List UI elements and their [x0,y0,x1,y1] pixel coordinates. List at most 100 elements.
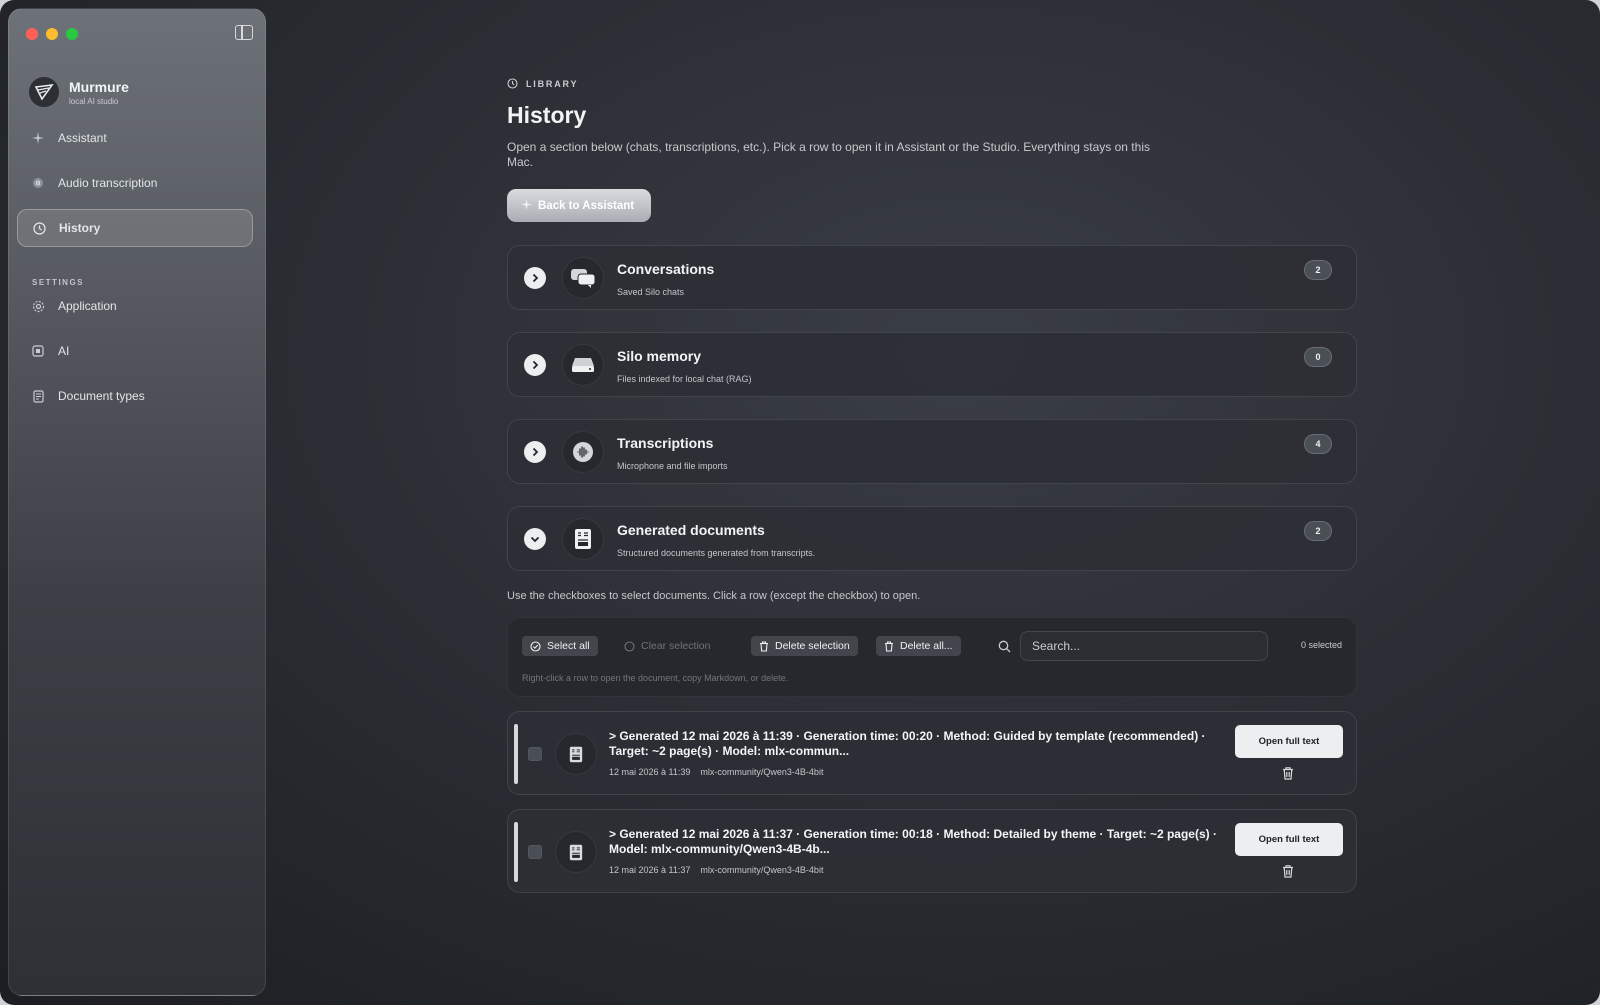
document-icon [562,518,604,560]
settings-section-label: SETTINGS [32,278,85,287]
document-title: > Generated 12 mai 2026 à 11:37 · Genera… [609,827,1217,856]
open-full-text-button[interactable]: Open full text [1235,725,1343,758]
sidebar-item-document-types[interactable]: Document types [17,377,253,415]
delete-all-label: Delete all... [900,640,953,652]
document-title: > Generated 12 mai 2026 à 11:39 · Genera… [609,729,1206,758]
section-subtitle: Saved Silo chats [617,287,685,297]
document-model: mlx-community/Qwen3-4B-4bit [700,767,824,777]
back-button-label: Back to Assistant [538,199,635,212]
selection-helper-text: Use the checkboxes to select documents. … [507,590,921,602]
count-badge: 0 [1304,347,1332,367]
count-badge: 2 [1304,260,1332,280]
check-circle-icon [530,640,541,652]
document-icon [555,831,597,873]
chevron-down-icon[interactable] [524,528,546,550]
row-checkbox[interactable] [528,845,542,859]
sidebar-item-assistant[interactable]: Assistant [17,119,253,157]
row-accent-bar [514,822,518,882]
delete-selection-label: Delete selection [775,640,850,652]
sidebar-item-label: AI [58,344,70,358]
drive-icon [562,344,604,386]
document-meta: 12 mai 2026 à 11:37 mlx-community/Qwen3-… [609,865,823,875]
clear-selection-button[interactable]: Clear selection [616,636,718,656]
circle-icon [624,640,635,652]
sidebar-item-label: Application [58,299,117,313]
sidebar-item-label: Document types [58,389,145,403]
sidebar-item-audio-transcription[interactable]: Audio transcription [17,164,253,202]
clear-selection-label: Clear selection [641,640,711,652]
sidebar-item-ai[interactable]: AI [17,332,253,370]
section-silo-memory[interactable]: Silo memory Files indexed for local chat… [507,332,1357,397]
clock-icon [32,221,46,235]
minimize-window-button[interactable] [46,28,58,40]
document-model: mlx-community/Qwen3-4B-4bit [700,865,824,875]
section-subtitle: Microphone and file imports [617,461,728,471]
close-window-button[interactable] [26,28,38,40]
murmure-logo-icon [29,77,59,107]
section-title: Generated documents [617,522,765,538]
document-icon [555,733,597,775]
page-description: Open a section below (chats, transcripti… [507,140,1150,169]
chevron-right-icon[interactable] [524,354,546,376]
search-icon [998,640,1011,653]
sidebar-item-history[interactable]: History [17,209,253,247]
sidebar-item-label: Assistant [58,131,107,145]
breadcrumb: LIBRARY [507,78,578,89]
count-badge: 2 [1304,521,1332,541]
context-menu-hint: Right-click a row to open the document, … [522,673,789,683]
delete-selection-button[interactable]: Delete selection [751,636,858,656]
trash-icon[interactable] [1281,766,1295,780]
row-accent-bar [514,724,518,784]
chip-icon [31,344,45,358]
document-row[interactable]: > Generated 12 mai 2026 à 11:37 · Genera… [507,809,1357,893]
app-window: Murmure local AI studio Assistant Audio … [0,0,1600,1005]
trash-icon [885,640,893,652]
waveform-icon [31,176,45,190]
window-controls [26,28,78,40]
app-subtitle: local AI studio [69,96,119,106]
select-all-button[interactable]: Select all [522,636,598,656]
section-title: Silo memory [617,348,702,364]
section-transcriptions[interactable]: Transcriptions Microphone and file impor… [507,419,1357,484]
section-subtitle: Files indexed for local chat (RAG) [617,374,752,384]
back-to-assistant-button[interactable]: Back to Assistant [507,189,651,222]
brand: Murmure local AI studio [29,77,129,107]
documents-toolbar: Select all Clear selection Delete select… [507,617,1357,697]
chat-bubbles-icon [562,257,604,299]
section-conversations[interactable]: Conversations Saved Silo chats 2 [507,245,1357,310]
section-title: Transcriptions [617,435,714,451]
chevron-right-icon[interactable] [524,267,546,289]
row-checkbox[interactable] [528,747,542,761]
search-input[interactable] [1020,631,1268,661]
sidebar-item-application[interactable]: Application [17,287,253,325]
sparkle-icon [31,131,45,145]
document-date: 12 mai 2026 à 11:37 [609,865,691,875]
zoom-window-button[interactable] [66,28,78,40]
sidebar-item-label: Audio transcription [58,176,158,190]
waveform-icon [562,431,604,473]
section-generated-documents[interactable]: Generated documents Structured documents… [507,506,1357,571]
select-all-label: Select all [547,640,590,652]
gear-icon [31,299,45,313]
clock-icon [507,78,518,89]
sparkle-icon [521,198,532,213]
section-title: Conversations [617,261,715,277]
document-meta: 12 mai 2026 à 11:39 mlx-community/Qwen3-… [609,767,823,777]
document-date: 12 mai 2026 à 11:39 [609,767,691,777]
chevron-right-icon[interactable] [524,441,546,463]
app-name: Murmure [69,78,129,95]
section-subtitle: Structured documents generated from tran… [617,548,816,558]
trash-icon [760,640,768,652]
sidebar: Murmure local AI studio Assistant Audio … [8,8,266,996]
count-badge: 4 [1304,434,1332,454]
trash-icon[interactable] [1281,864,1295,878]
breadcrumb-label: LIBRARY [526,78,579,89]
page-title: History [507,102,587,128]
delete-all-button[interactable]: Delete all... [876,636,961,656]
open-full-text-button[interactable]: Open full text [1235,823,1343,856]
sidebar-toggle-icon[interactable] [235,25,253,40]
sidebar-item-label: History [59,221,101,235]
document-icon [31,389,45,403]
document-row[interactable]: > Generated 12 mai 2026 à 11:39 · Genera… [507,711,1357,795]
selected-count: 0 selected [1300,640,1342,650]
